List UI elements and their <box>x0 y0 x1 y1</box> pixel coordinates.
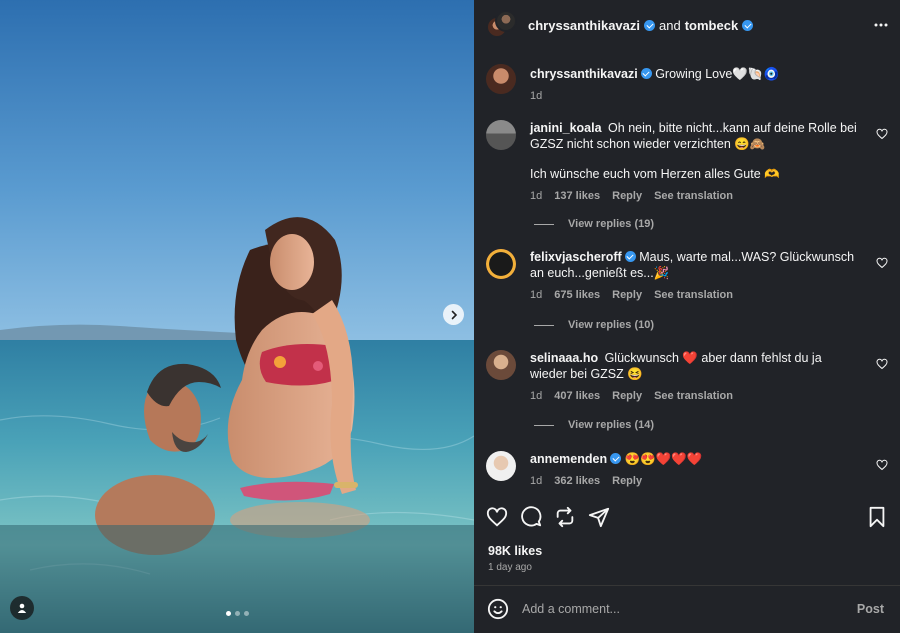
comment-body: selinaaa.ho Glückwunsch ❤️ aber dann feh… <box>530 350 860 404</box>
heart-icon[interactable] <box>486 506 508 528</box>
comment-time: 1d <box>530 190 543 202</box>
tagged-users-button[interactable] <box>10 596 34 620</box>
heart-icon[interactable] <box>876 257 888 269</box>
carousel-dot <box>244 611 249 616</box>
divider <box>534 223 554 225</box>
comment-body: annemenden 😍😍❤️❤️❤️ 1d 362 likes Reply <box>530 451 860 489</box>
comment-text: 😍😍❤️❤️❤️ <box>624 452 703 466</box>
comment-username[interactable]: chryssanthikavazi <box>530 67 638 81</box>
verified-badge-icon <box>624 251 636 262</box>
post-comment-button[interactable]: Post <box>857 602 884 616</box>
comment-body: felixvjascheroff Maus, warte mal...WAS? … <box>530 249 860 303</box>
avatar[interactable] <box>495 10 517 32</box>
comment-username[interactable]: felixvjascheroff <box>530 250 622 264</box>
verified-badge-icon <box>640 68 652 79</box>
avatar[interactable] <box>486 120 516 150</box>
comment-time: 1d <box>530 90 543 102</box>
post-timestamp: 1 day ago <box>488 562 532 573</box>
comment-meta: 1d 362 likes Reply <box>530 473 860 489</box>
post-side-panel: chryssanthikavazi and tombeck chryssanth… <box>474 0 900 633</box>
see-translation-button[interactable]: See translation <box>654 388 733 404</box>
comment-likes[interactable]: 407 likes <box>554 388 600 404</box>
author-username[interactable]: chryssanthikavazi <box>528 18 640 33</box>
chevron-right-icon <box>451 310 457 319</box>
user-tag-icon <box>17 603 27 613</box>
post-modal: chryssanthikavazi and tombeck chryssanth… <box>0 0 900 633</box>
next-photo-button[interactable] <box>443 304 464 325</box>
author-joiner: and <box>659 17 681 33</box>
avatar[interactable] <box>486 451 516 481</box>
coauthor-username[interactable]: tombeck <box>685 18 738 33</box>
comment-text-second: Ich wünsche euch vom Herzen alles Gute 🫶 <box>530 167 780 181</box>
view-replies-button[interactable]: View replies (19) <box>534 218 654 230</box>
carousel-dots <box>226 611 249 616</box>
comment-icon[interactable] <box>520 506 542 528</box>
emoji-icon[interactable] <box>487 598 509 620</box>
beach-photo-image <box>0 0 474 633</box>
comment-meta: 1d 675 likes Reply See translation <box>530 287 860 303</box>
avatar[interactable] <box>486 64 516 94</box>
divider <box>534 424 554 426</box>
view-replies-label: View replies (14) <box>568 419 655 431</box>
caption-body: chryssanthikavazi Growing Love🤍🐚🧿 1d <box>530 64 860 104</box>
comment-likes[interactable]: 362 likes <box>554 473 600 489</box>
post-authors: chryssanthikavazi and tombeck <box>528 17 754 33</box>
avatar[interactable] <box>486 249 516 279</box>
caption-text: Growing Love🤍🐚🧿 <box>655 67 780 81</box>
repost-icon[interactable] <box>554 506 576 528</box>
see-translation-button[interactable]: See translation <box>654 188 733 204</box>
more-options-button[interactable] <box>874 14 888 32</box>
post-actions <box>486 506 888 534</box>
post-photo[interactable] <box>0 0 474 633</box>
view-replies-button[interactable]: View replies (10) <box>534 319 654 331</box>
comment-time: 1d <box>530 289 543 301</box>
comment-time: 1d <box>530 475 543 487</box>
comment-time: 1d <box>530 390 543 402</box>
comment-body: janini_koala Oh nein, bitte nicht...kann… <box>530 120 860 204</box>
post-header: chryssanthikavazi and tombeck <box>474 0 900 50</box>
comment-likes[interactable]: 675 likes <box>554 287 600 303</box>
reply-button[interactable]: Reply <box>612 287 642 303</box>
carousel-dot-active <box>226 611 231 616</box>
view-replies-label: View replies (19) <box>568 218 655 230</box>
caption-meta: 1d <box>530 88 860 104</box>
avatar[interactable] <box>486 350 516 380</box>
comment-username[interactable]: annemenden <box>530 452 607 466</box>
more-options-icon <box>874 23 888 27</box>
heart-icon[interactable] <box>876 358 888 370</box>
share-icon[interactable] <box>588 506 610 528</box>
comments-list[interactable]: chryssanthikavazi Growing Love🤍🐚🧿 1d jan… <box>474 52 900 496</box>
verified-badge-icon <box>742 19 754 31</box>
heart-icon[interactable] <box>876 128 888 140</box>
verified-badge-icon <box>610 453 622 464</box>
carousel-dot <box>235 611 240 616</box>
comment-username[interactable]: selinaaa.ho <box>530 351 598 365</box>
divider <box>534 324 554 326</box>
heart-icon[interactable] <box>876 459 888 471</box>
comment-username[interactable]: janini_koala <box>530 121 602 135</box>
view-replies-button[interactable]: View replies (14) <box>534 419 654 431</box>
comment-meta: 1d 137 likes Reply See translation <box>530 188 860 204</box>
reply-button[interactable]: Reply <box>612 188 642 204</box>
see-translation-button[interactable]: See translation <box>654 287 733 303</box>
comment-input[interactable] <box>522 598 842 620</box>
verified-badge-icon <box>644 19 656 31</box>
reply-button[interactable]: Reply <box>612 473 642 489</box>
bookmark-icon[interactable] <box>866 506 888 528</box>
author-avatars[interactable] <box>486 10 517 40</box>
comment-likes[interactable]: 137 likes <box>554 188 600 204</box>
post-likes-count[interactable]: 98K likes <box>488 544 542 558</box>
view-replies-label: View replies (10) <box>568 319 655 331</box>
reply-button[interactable]: Reply <box>612 388 642 404</box>
comment-composer: Post <box>474 585 900 633</box>
comment-meta: 1d 407 likes Reply See translation <box>530 388 860 404</box>
